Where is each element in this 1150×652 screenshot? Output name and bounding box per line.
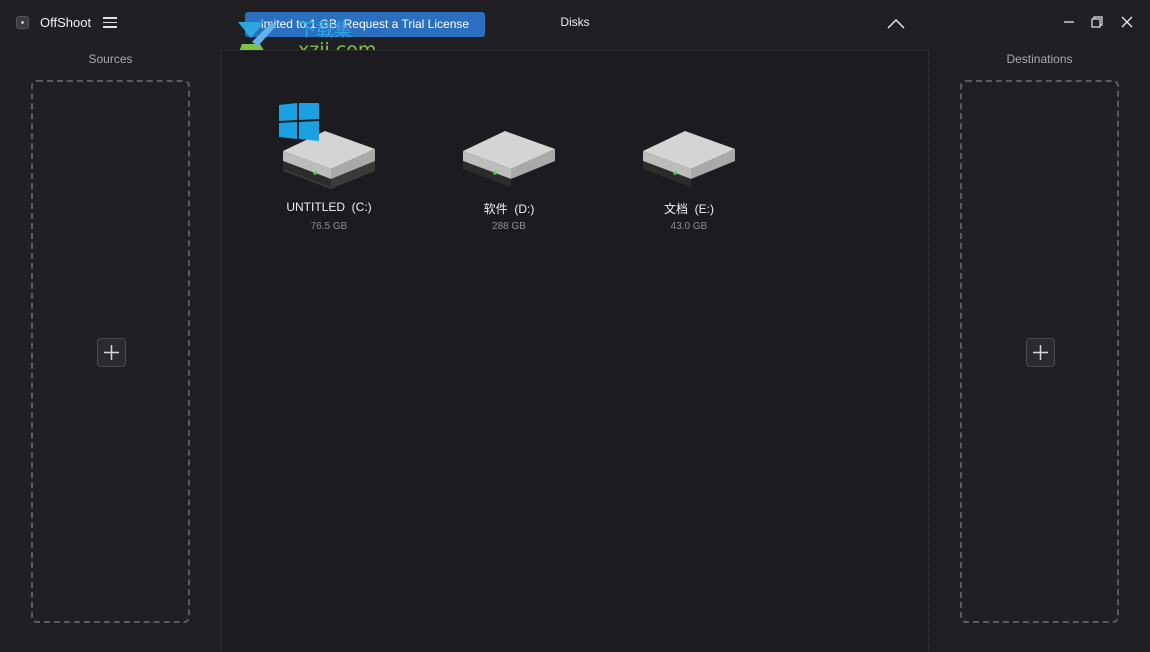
hamburger-menu-icon[interactable]: [103, 17, 117, 28]
disk-item-e[interactable]: 文档 (E:) 43.0 GB: [619, 103, 759, 233]
minimize-icon[interactable]: [1061, 14, 1077, 30]
app-title: OffShoot: [40, 15, 92, 30]
drive-icon: [463, 131, 555, 187]
plus-icon: [1033, 345, 1048, 360]
title-bar: OffShoot imited to 1 GB. Request a Trial…: [0, 0, 1150, 61]
sources-drop-zone[interactable]: [31, 80, 190, 623]
add-source-button[interactable]: [97, 338, 126, 367]
disk-item-d[interactable]: 软件 (D:) 288 GB: [439, 103, 579, 233]
disk-size: 43.0 GB: [670, 221, 708, 232]
disks-panel: UNTITLED (C:) 76.5 GB 软件 (D:) 288 GB 文档 …: [221, 50, 929, 652]
request-trial-license-button[interactable]: imited to 1 GB. Request a Trial License: [245, 12, 485, 37]
close-icon[interactable]: [1119, 14, 1135, 30]
destinations-heading: Destinations: [1006, 52, 1073, 66]
disk-size: 76.5 GB: [310, 221, 348, 232]
disk-name: 文档 (E:): [664, 202, 714, 216]
disk-item-c[interactable]: UNTITLED (C:) 76.5 GB: [259, 103, 399, 233]
add-destination-button[interactable]: [1026, 338, 1055, 367]
page-title: Disks: [560, 15, 590, 29]
sources-panel: Sources: [0, 44, 221, 652]
disk-name: UNTITLED (C:): [286, 200, 372, 214]
app-icon: [16, 16, 29, 29]
plus-icon: [104, 345, 119, 360]
drive-icon: [643, 131, 735, 187]
destinations-drop-zone[interactable]: [960, 80, 1119, 623]
destinations-panel: Destinations: [929, 44, 1150, 652]
disk-name: 软件 (D:): [483, 202, 535, 216]
restore-icon[interactable]: [1089, 14, 1105, 30]
chevron-up-icon[interactable]: [886, 17, 906, 29]
disk-size: 288 GB: [492, 221, 526, 232]
system-drive-icon: [279, 103, 375, 189]
sources-heading: Sources: [88, 52, 133, 66]
